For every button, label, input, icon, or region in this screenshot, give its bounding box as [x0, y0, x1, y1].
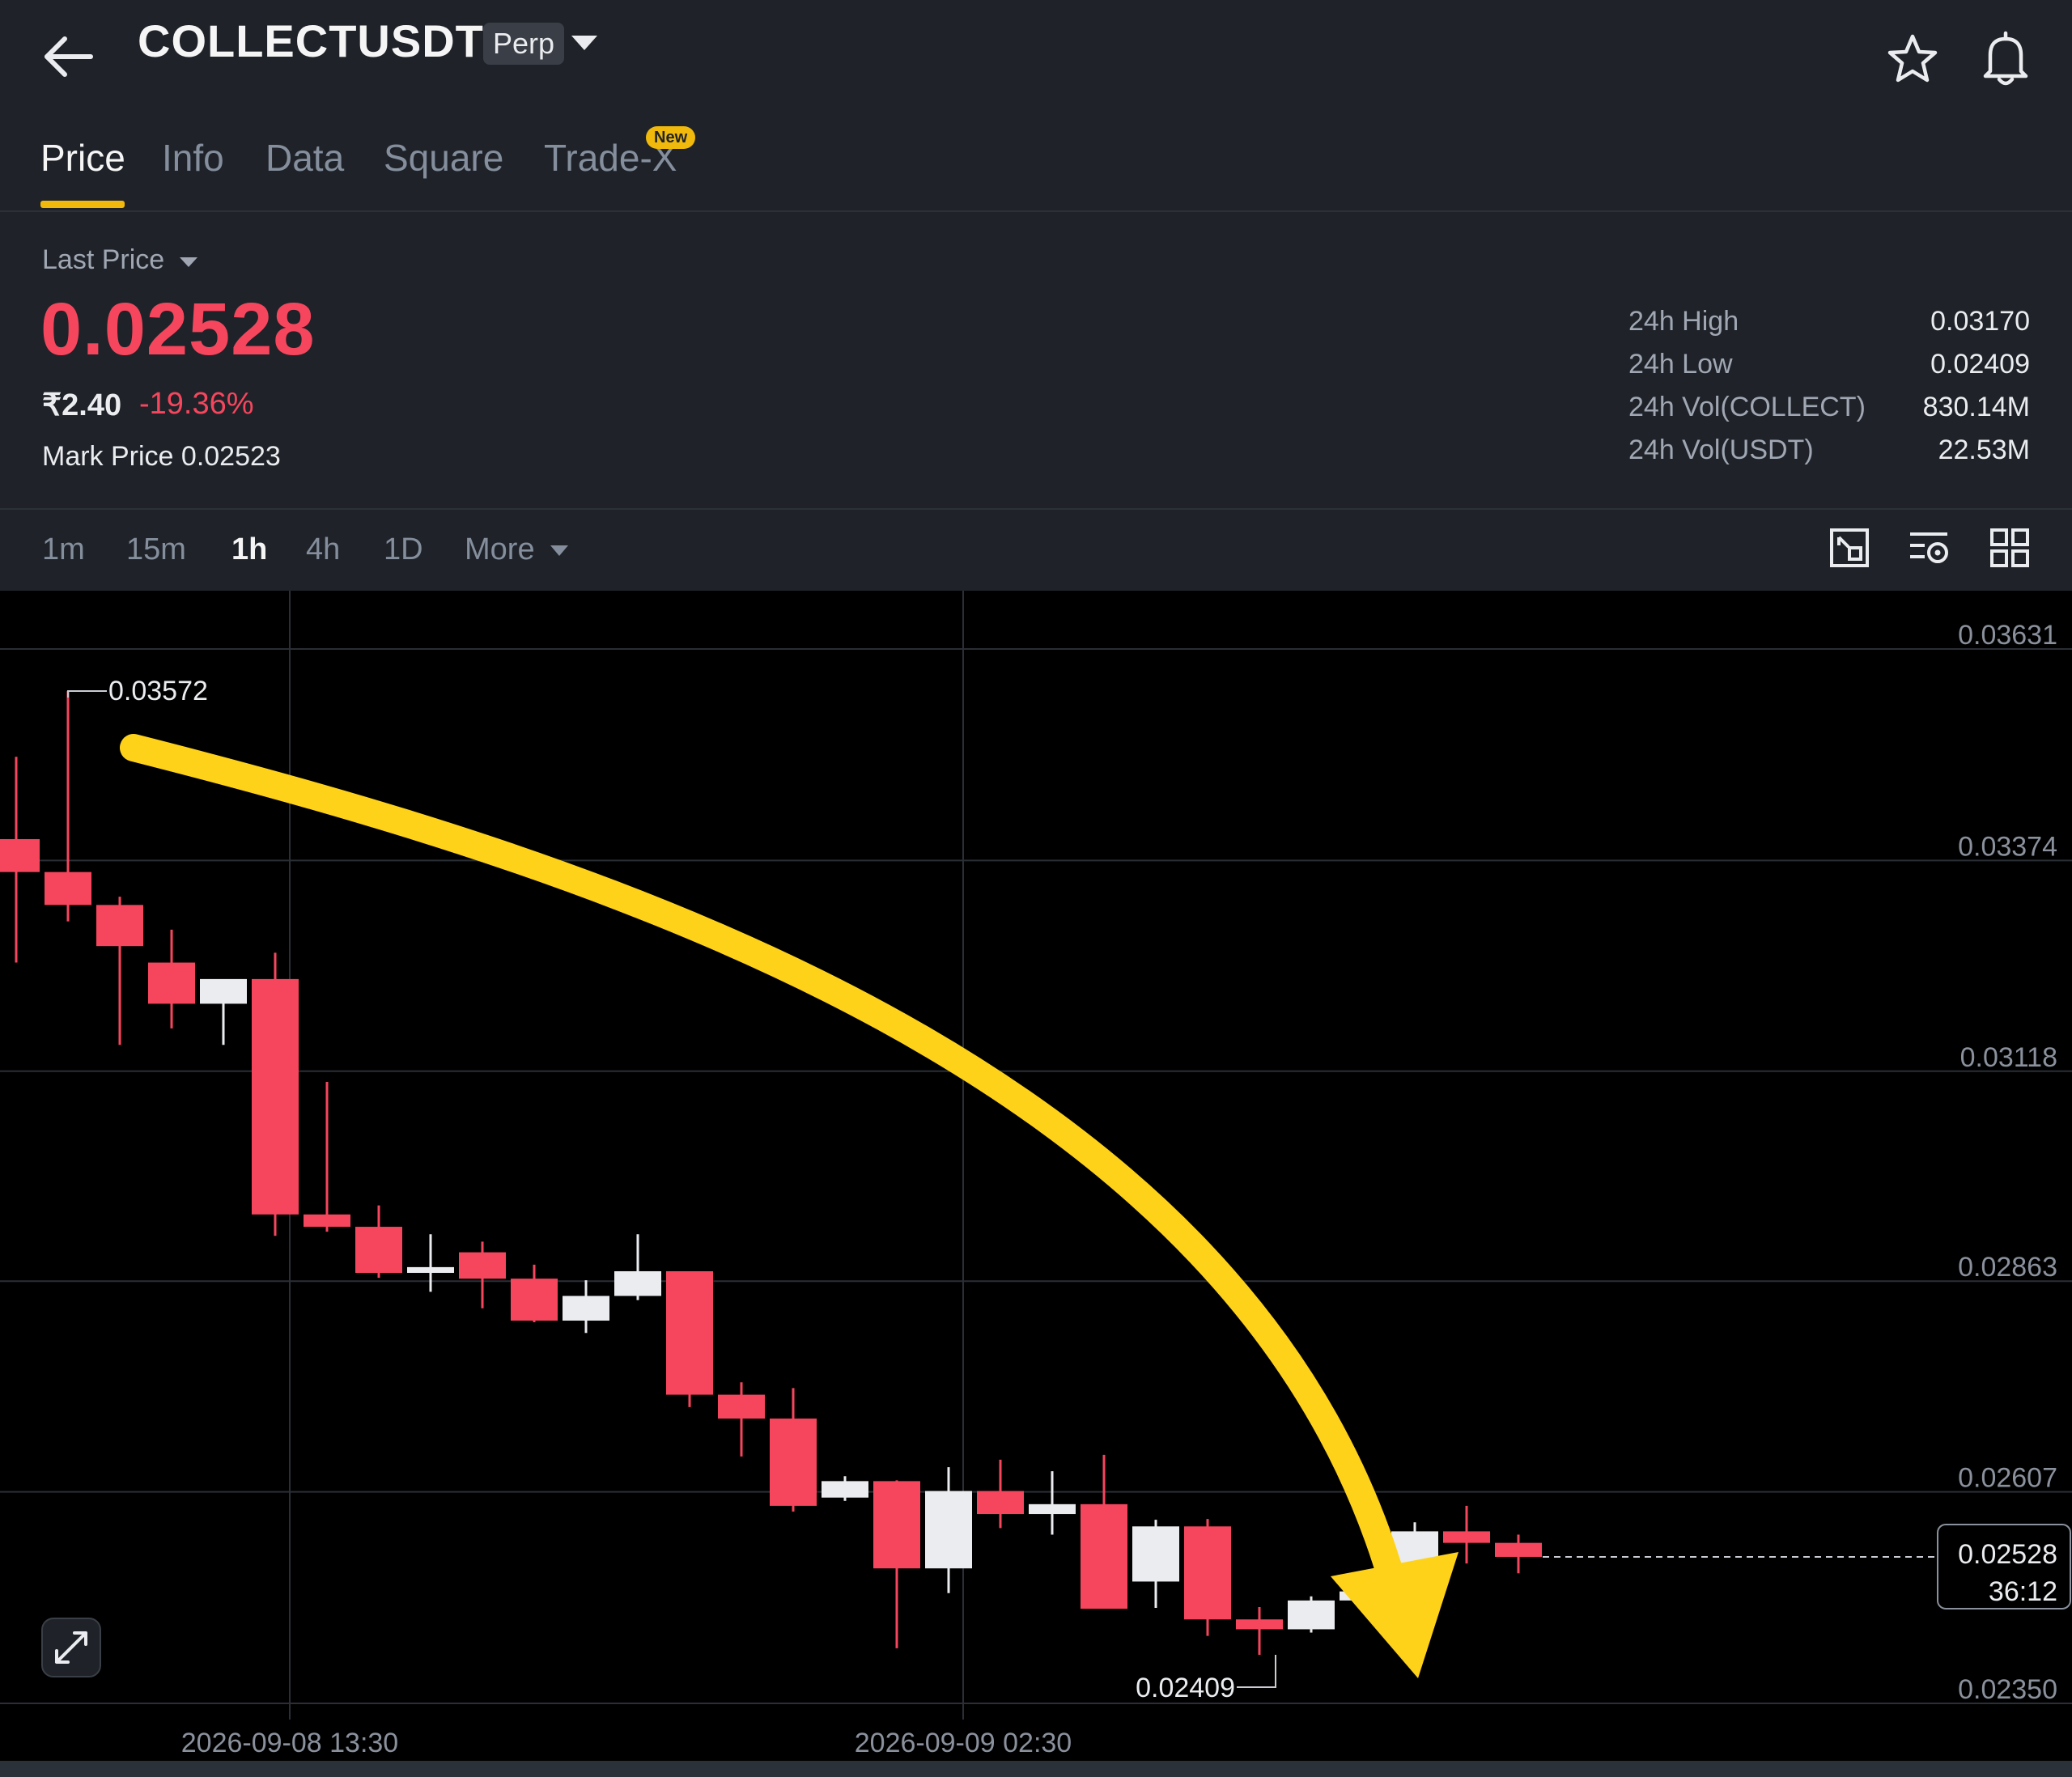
change-percent: -19.36% [139, 387, 254, 421]
interval-15m[interactable]: 15m [126, 532, 186, 567]
stat-label: 24h High [1628, 306, 1739, 337]
candle-body [770, 1419, 817, 1506]
y-axis-label: 0.03118 [1960, 1042, 2057, 1073]
candle-body [1443, 1531, 1490, 1543]
candle-body [1288, 1600, 1335, 1630]
caret-down-icon[interactable] [571, 36, 597, 50]
interval-1d[interactable]: 1D [384, 532, 423, 567]
indicator-settings-icon[interactable] [1907, 526, 1951, 570]
candle-body [873, 1481, 920, 1569]
y-axis-label: 0.03631 [1958, 620, 2057, 651]
last-price-selector[interactable]: Last Price [42, 244, 164, 276]
current-price-label: 0.02528 [1958, 1539, 2057, 1570]
caret-down-icon[interactable] [550, 545, 568, 556]
candle-body [459, 1252, 506, 1279]
interval-4h[interactable]: 4h [306, 532, 340, 567]
x-axis-label: 2026-09-08 13:30 [181, 1728, 398, 1758]
candle-body [1081, 1503, 1127, 1609]
caret-down-icon[interactable] [180, 257, 197, 267]
candle-body [355, 1227, 402, 1274]
interval-more[interactable]: More [465, 532, 535, 567]
mark-price-value: 0.02523 [180, 441, 281, 472]
candle-body [304, 1214, 350, 1228]
contract-badge: Perp [483, 23, 565, 65]
candlestick-chart[interactable]: 0.03631 0.03374 0.03118 0.02863 0.02607 0.023… [0, 591, 2072, 1777]
candle-body [1132, 1526, 1179, 1582]
x-axis-label: 2026-09-09 02:30 [855, 1728, 1072, 1758]
candle-body [1236, 1619, 1283, 1630]
candle-body [148, 962, 195, 1004]
annotation-arrowhead [1331, 1552, 1458, 1678]
tab-square[interactable]: Square [384, 136, 503, 180]
tab-data[interactable]: Data [265, 136, 344, 180]
interval-1h[interactable]: 1h [231, 532, 267, 567]
symbol-title[interactable]: COLLECTUSDT [138, 15, 484, 67]
stat-24h-low: 24h Low 0.02409 [1628, 349, 2030, 392]
candle-body [200, 978, 247, 1004]
candle-body [614, 1270, 661, 1296]
fiat-value: ₹2.40 [42, 388, 122, 422]
stat-value: 0.03170 [1930, 306, 2030, 337]
low-marker-label: 0.02409 [1136, 1673, 1235, 1703]
layout-grid-icon[interactable] [1988, 526, 2032, 570]
y-axis-label: 0.02607 [1958, 1463, 2057, 1494]
y-axis-label: 0.03374 [1958, 831, 2057, 862]
candle-body [511, 1279, 558, 1321]
candle-body [45, 872, 91, 905]
stat-label: 24h Vol(COLLECT) [1628, 392, 1866, 422]
tab-price[interactable]: Price [40, 136, 125, 180]
candle-body [1029, 1503, 1076, 1515]
bottom-bar [0, 1761, 2072, 1777]
candle-body [977, 1491, 1024, 1515]
high-marker-label: 0.03572 [108, 676, 208, 706]
candle-body [925, 1491, 972, 1569]
interval-1m[interactable]: 1m [42, 532, 85, 567]
y-axis-label: 0.02350 [1958, 1674, 2057, 1705]
bell-icon[interactable] [1979, 31, 2032, 87]
new-badge: New [646, 126, 696, 149]
mark-price-row: Mark Price 0.02523 [42, 441, 281, 473]
stat-24h-vol-quote: 24h Vol(USDT) 22.53M [1628, 435, 2030, 477]
back-arrow-icon[interactable] [40, 32, 97, 81]
top-panel: COLLECTUSDT Perp Price Info Data Square … [0, 0, 2072, 591]
candle-body [822, 1481, 868, 1498]
main-tabs: Price Info Data Square Trade-X New [0, 126, 2072, 212]
stat-label: 24h Low [1628, 349, 1733, 380]
last-price-value: 0.02528 [40, 288, 316, 371]
countdown-label: 36:12 [1989, 1576, 2057, 1607]
mark-price-label: Mark Price [42, 441, 174, 472]
candle-body [1495, 1542, 1542, 1557]
candle-body [563, 1296, 609, 1321]
divider [0, 508, 2072, 510]
candle-body [0, 838, 40, 872]
stat-value: 22.53M [1938, 435, 2030, 465]
stat-24h-vol-base: 24h Vol(COLLECT) 830.14M [1628, 392, 2030, 435]
candle-body [1184, 1526, 1231, 1620]
candle-body [666, 1270, 713, 1395]
candle-body [407, 1266, 454, 1274]
y-axis-label: 0.02863 [1958, 1252, 2057, 1283]
low-marker-line [1237, 1654, 1276, 1688]
tab-info[interactable]: Info [162, 136, 224, 180]
annotation-arrow [120, 734, 1408, 1600]
stat-24h-high: 24h High 0.03170 [1628, 306, 2030, 349]
fullscreen-chart-icon[interactable] [1828, 526, 1871, 570]
active-tab-indicator [40, 201, 125, 208]
stats-panel: 24h High 0.03170 24h Low 0.02409 24h Vol(C… [1628, 306, 2030, 477]
stat-label: 24h Vol(USDT) [1628, 435, 1814, 465]
candle-body [96, 905, 143, 947]
candle-body [718, 1394, 765, 1419]
star-icon[interactable] [1886, 32, 1939, 86]
candle-body [252, 978, 299, 1215]
stat-value: 0.02409 [1930, 349, 2030, 380]
high-marker-line [67, 690, 107, 698]
stat-value: 830.14M [1922, 392, 2030, 422]
